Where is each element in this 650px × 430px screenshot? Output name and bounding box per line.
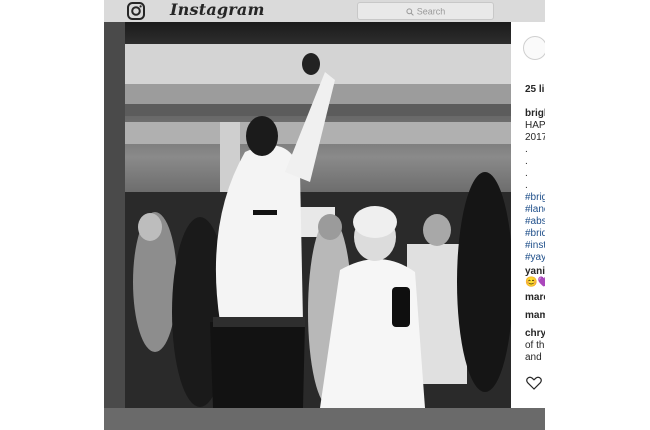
search-placeholder: Search (416, 6, 446, 17)
caption-line: . (525, 168, 528, 179)
hashtag-link[interactable]: #abs (525, 216, 545, 228)
instagram-wordmark[interactable]: Instagram (170, 0, 265, 19)
hashtag-link[interactable]: #yay (525, 252, 545, 264)
comment-text: and l (525, 352, 545, 363)
caption-line: 2017 (525, 132, 545, 143)
hashtag-link[interactable]: #inst (525, 240, 545, 252)
post-photo[interactable] (125, 22, 511, 408)
search-input[interactable]: Search (357, 2, 494, 20)
caption-line: . (525, 144, 528, 155)
comment-username[interactable]: mam (525, 310, 545, 322)
background-page-content (104, 408, 545, 430)
caption-username[interactable]: brigh (525, 108, 545, 120)
browser-viewport: Instagram Search 25 li brig HAP 2017 . .… (104, 0, 545, 430)
caption-line: HAP (525, 120, 545, 131)
emoji-icon: 😊💜 (525, 277, 545, 288)
search-icon (406, 8, 414, 16)
hashtag-link[interactable]: #lanc (525, 204, 545, 216)
caption-line: . (525, 180, 528, 191)
comment-username[interactable]: mare (525, 292, 545, 304)
instagram-header: Instagram Search (104, 0, 545, 22)
hashtag-link[interactable]: #brig (525, 192, 545, 204)
post-sidebar: 25 li brigh HAP 2017 . . . . #brig #lanc… (511, 22, 545, 408)
hashtag-link[interactable]: #brid (525, 228, 545, 240)
comment-username[interactable]: chrys (525, 328, 545, 340)
comment-text: of th (525, 340, 545, 351)
wedding-photo-image (125, 22, 511, 408)
instagram-logo-icon[interactable] (126, 1, 146, 21)
caption-line: . (525, 156, 528, 167)
heart-icon[interactable] (526, 376, 542, 390)
avatar[interactable] (523, 36, 545, 60)
likes-count[interactable]: 25 li (525, 84, 544, 96)
